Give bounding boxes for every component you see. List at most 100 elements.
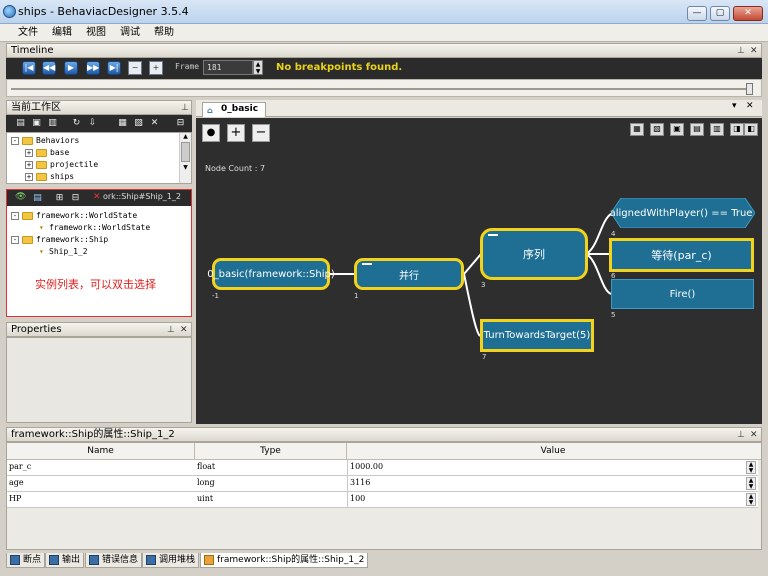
error-icon (89, 554, 99, 565)
breakpoint-icon (10, 554, 20, 565)
turn-towards-target-node[interactable]: TurnTowardsTarget(5) (480, 319, 594, 352)
tree-item[interactable]: + ships (25, 171, 74, 183)
close-icon[interactable]: ✕ (750, 45, 758, 58)
table-row[interactable]: age long 3116 ▲ ▼ (7, 476, 758, 492)
save-icon[interactable]: ▧ (132, 117, 145, 129)
last-frame-icon[interactable]: ▶| (107, 61, 121, 75)
play-icon[interactable]: ▶ (64, 61, 78, 75)
node-index: 4 (611, 230, 616, 238)
new-folder-icon[interactable]: ▤ (14, 117, 27, 129)
tree-item[interactable]: - framework::Ship (11, 234, 108, 246)
pin-icon[interactable]: ⊥ (737, 45, 745, 58)
property-grid-title: framework::Ship的属性::Ship_1_2 (11, 429, 175, 440)
property-grid-header: framework::Ship的属性::Ship_1_2 ⊥ ✕ (6, 427, 762, 442)
table-row[interactable]: HP uint 100 ▲ ▼ (7, 492, 758, 508)
condition-node[interactable]: alignedWithPlayer() == True (610, 202, 753, 224)
properties-icon[interactable]: ▦ (116, 117, 129, 129)
refresh-icon[interactable]: ↻ (70, 117, 83, 129)
fire-node[interactable]: Fire() (611, 279, 754, 309)
maximize-button[interactable]: ▢ (710, 6, 730, 21)
menu-view[interactable]: 视图 (80, 26, 112, 40)
node-collapse-mark (362, 263, 372, 265)
timeline-rail (11, 88, 753, 90)
value-field[interactable]: 3116 ▲ ▼ (347, 476, 758, 491)
column-value[interactable]: Value (347, 443, 759, 460)
frame-label: Frame (175, 62, 200, 71)
column-name[interactable]: Name (7, 443, 195, 460)
menu-edit[interactable]: 编辑 (46, 26, 78, 40)
zoom-in-icon[interactable]: + (149, 61, 163, 75)
table-row[interactable]: par_c float 1000.00 ▲ ▼ (7, 460, 758, 476)
zoom-out-icon[interactable]: − (128, 61, 142, 75)
value-field[interactable]: 1000.00 ▲ ▼ (347, 460, 758, 475)
breakpoint-message: No breakpoints found. (276, 62, 403, 73)
tab-call-stack[interactable]: 调用堆栈 (142, 553, 200, 568)
wait-node[interactable]: 等待(par_c) (609, 238, 754, 272)
value-spinner[interactable]: ▲ ▼ (746, 477, 756, 490)
properties-title: Properties (11, 324, 62, 335)
eye-icon[interactable]: 👁 (15, 192, 26, 202)
value-spinner[interactable]: ▲ ▼ (746, 461, 756, 474)
remove-icon[interactable]: ✕ (93, 192, 101, 202)
workspace-header: 当前工作区 ⊥ (6, 100, 192, 115)
window-title: ships - BehaviacDesigner 3.5.4 (18, 5, 189, 18)
pin-icon[interactable]: ⊥ (167, 324, 175, 337)
tree-item[interactable]: + base (25, 147, 69, 159)
menu-debug[interactable]: 调试 (114, 26, 146, 40)
tab-0-basic[interactable]: ⌂ 0_basic (202, 102, 266, 117)
behavior-canvas[interactable]: ● + − ▦ ▧ ▣ ▤ ▥ ◨ ◧ Node Count : 7 0_bas… (196, 118, 762, 424)
prev-frame-icon[interactable]: ◀◀ (42, 61, 56, 75)
tree-item[interactable]: - Behaviors (11, 135, 79, 147)
tab-output[interactable]: 输出 (45, 553, 85, 568)
call-stack-icon (146, 554, 156, 565)
list-icon[interactable]: ▤ (31, 192, 44, 204)
pin-icon[interactable]: ⊥ (737, 429, 745, 442)
export-icon[interactable]: ⇩ (86, 117, 99, 129)
tab-ship-properties[interactable]: framework::Ship的属性::Ship_1_2 (200, 553, 369, 568)
close-icon[interactable]: ✕ (746, 101, 754, 111)
tab-errors[interactable]: 错误信息 (85, 553, 143, 568)
root-node[interactable]: 0_basic(framework::Ship) (207, 258, 335, 290)
menu-file[interactable]: 文件 (12, 26, 44, 40)
expand-icon[interactable]: ⊞ (53, 192, 66, 204)
instance-filter[interactable]: ork::Ship#Ship_1_2 (103, 192, 181, 201)
properties-body (6, 337, 192, 423)
value-spinner[interactable]: ▲ ▼ (746, 493, 756, 506)
frame-input[interactable]: 181 (203, 60, 253, 75)
frame-spinner[interactable]: ▲ ▼ (253, 60, 263, 75)
minimize-button[interactable]: — (687, 6, 707, 21)
timeline-slider-thumb[interactable] (746, 83, 753, 95)
editor-tabstrip: ⌂ 0_basic ▾ ✕ (196, 100, 762, 117)
collapse-icon[interactable]: ⊟ (69, 192, 82, 204)
menu-bar: 文件 编辑 视图 调试 帮助 (0, 24, 768, 42)
bottom-tabstrip: 断点 输出 错误信息 调用堆栈 framework::Ship的属性::Ship… (0, 552, 768, 576)
properties-icon (204, 554, 214, 565)
pin-icon[interactable]: ⊥ (181, 102, 189, 115)
tree-item-selected[interactable]: ▾ Ship_1_2 (39, 246, 88, 258)
workspace-scrollbar[interactable]: ▲ ▼ (179, 133, 191, 183)
title-bar: ships - BehaviacDesigner 3.5.4 — ▢ ✕ (0, 0, 768, 24)
first-frame-icon[interactable]: |◀ (22, 61, 36, 75)
workspace-title: 当前工作区 (11, 102, 61, 113)
instances-tree: - framework::WorldState ▾ framework::World… (7, 206, 191, 316)
close-icon[interactable]: ✕ (180, 324, 188, 337)
open-icon[interactable]: ▥ (46, 117, 59, 129)
timeline-toolbar: |◀ ◀◀ ▶ ▶▶ ▶| − + Frame 181 ▲ ▼ No breakp… (6, 58, 762, 79)
instances-panel: 👁 ▤ ⊞ ⊟ ✕ ork::Ship#Ship_1_2 - framework:… (6, 189, 192, 317)
next-frame-icon[interactable]: ▶▶ (86, 61, 100, 75)
close-icon[interactable]: ✕ (750, 429, 758, 442)
value-field[interactable]: 100 ▲ ▼ (347, 492, 758, 507)
tree-item[interactable]: ▾ framework::WorldState (39, 222, 150, 234)
collapse-icon[interactable]: ⊟ (174, 117, 187, 129)
tab-breakpoints[interactable]: 断点 (6, 553, 46, 568)
timeline-track[interactable] (6, 79, 762, 97)
tree-item[interactable]: - framework::WorldState (11, 210, 137, 222)
column-type[interactable]: Type (195, 443, 347, 460)
delete-icon[interactable]: ✕ (148, 117, 161, 129)
tree-item[interactable]: + projectile (25, 159, 98, 171)
tab-dropdown-icon[interactable]: ▾ (732, 101, 737, 111)
new-behavior-icon[interactable]: ▣ (30, 117, 43, 129)
close-button[interactable]: ✕ (733, 6, 763, 21)
timeline-header: Timeline ⊥ ✕ (6, 43, 762, 58)
menu-help[interactable]: 帮助 (148, 26, 180, 40)
